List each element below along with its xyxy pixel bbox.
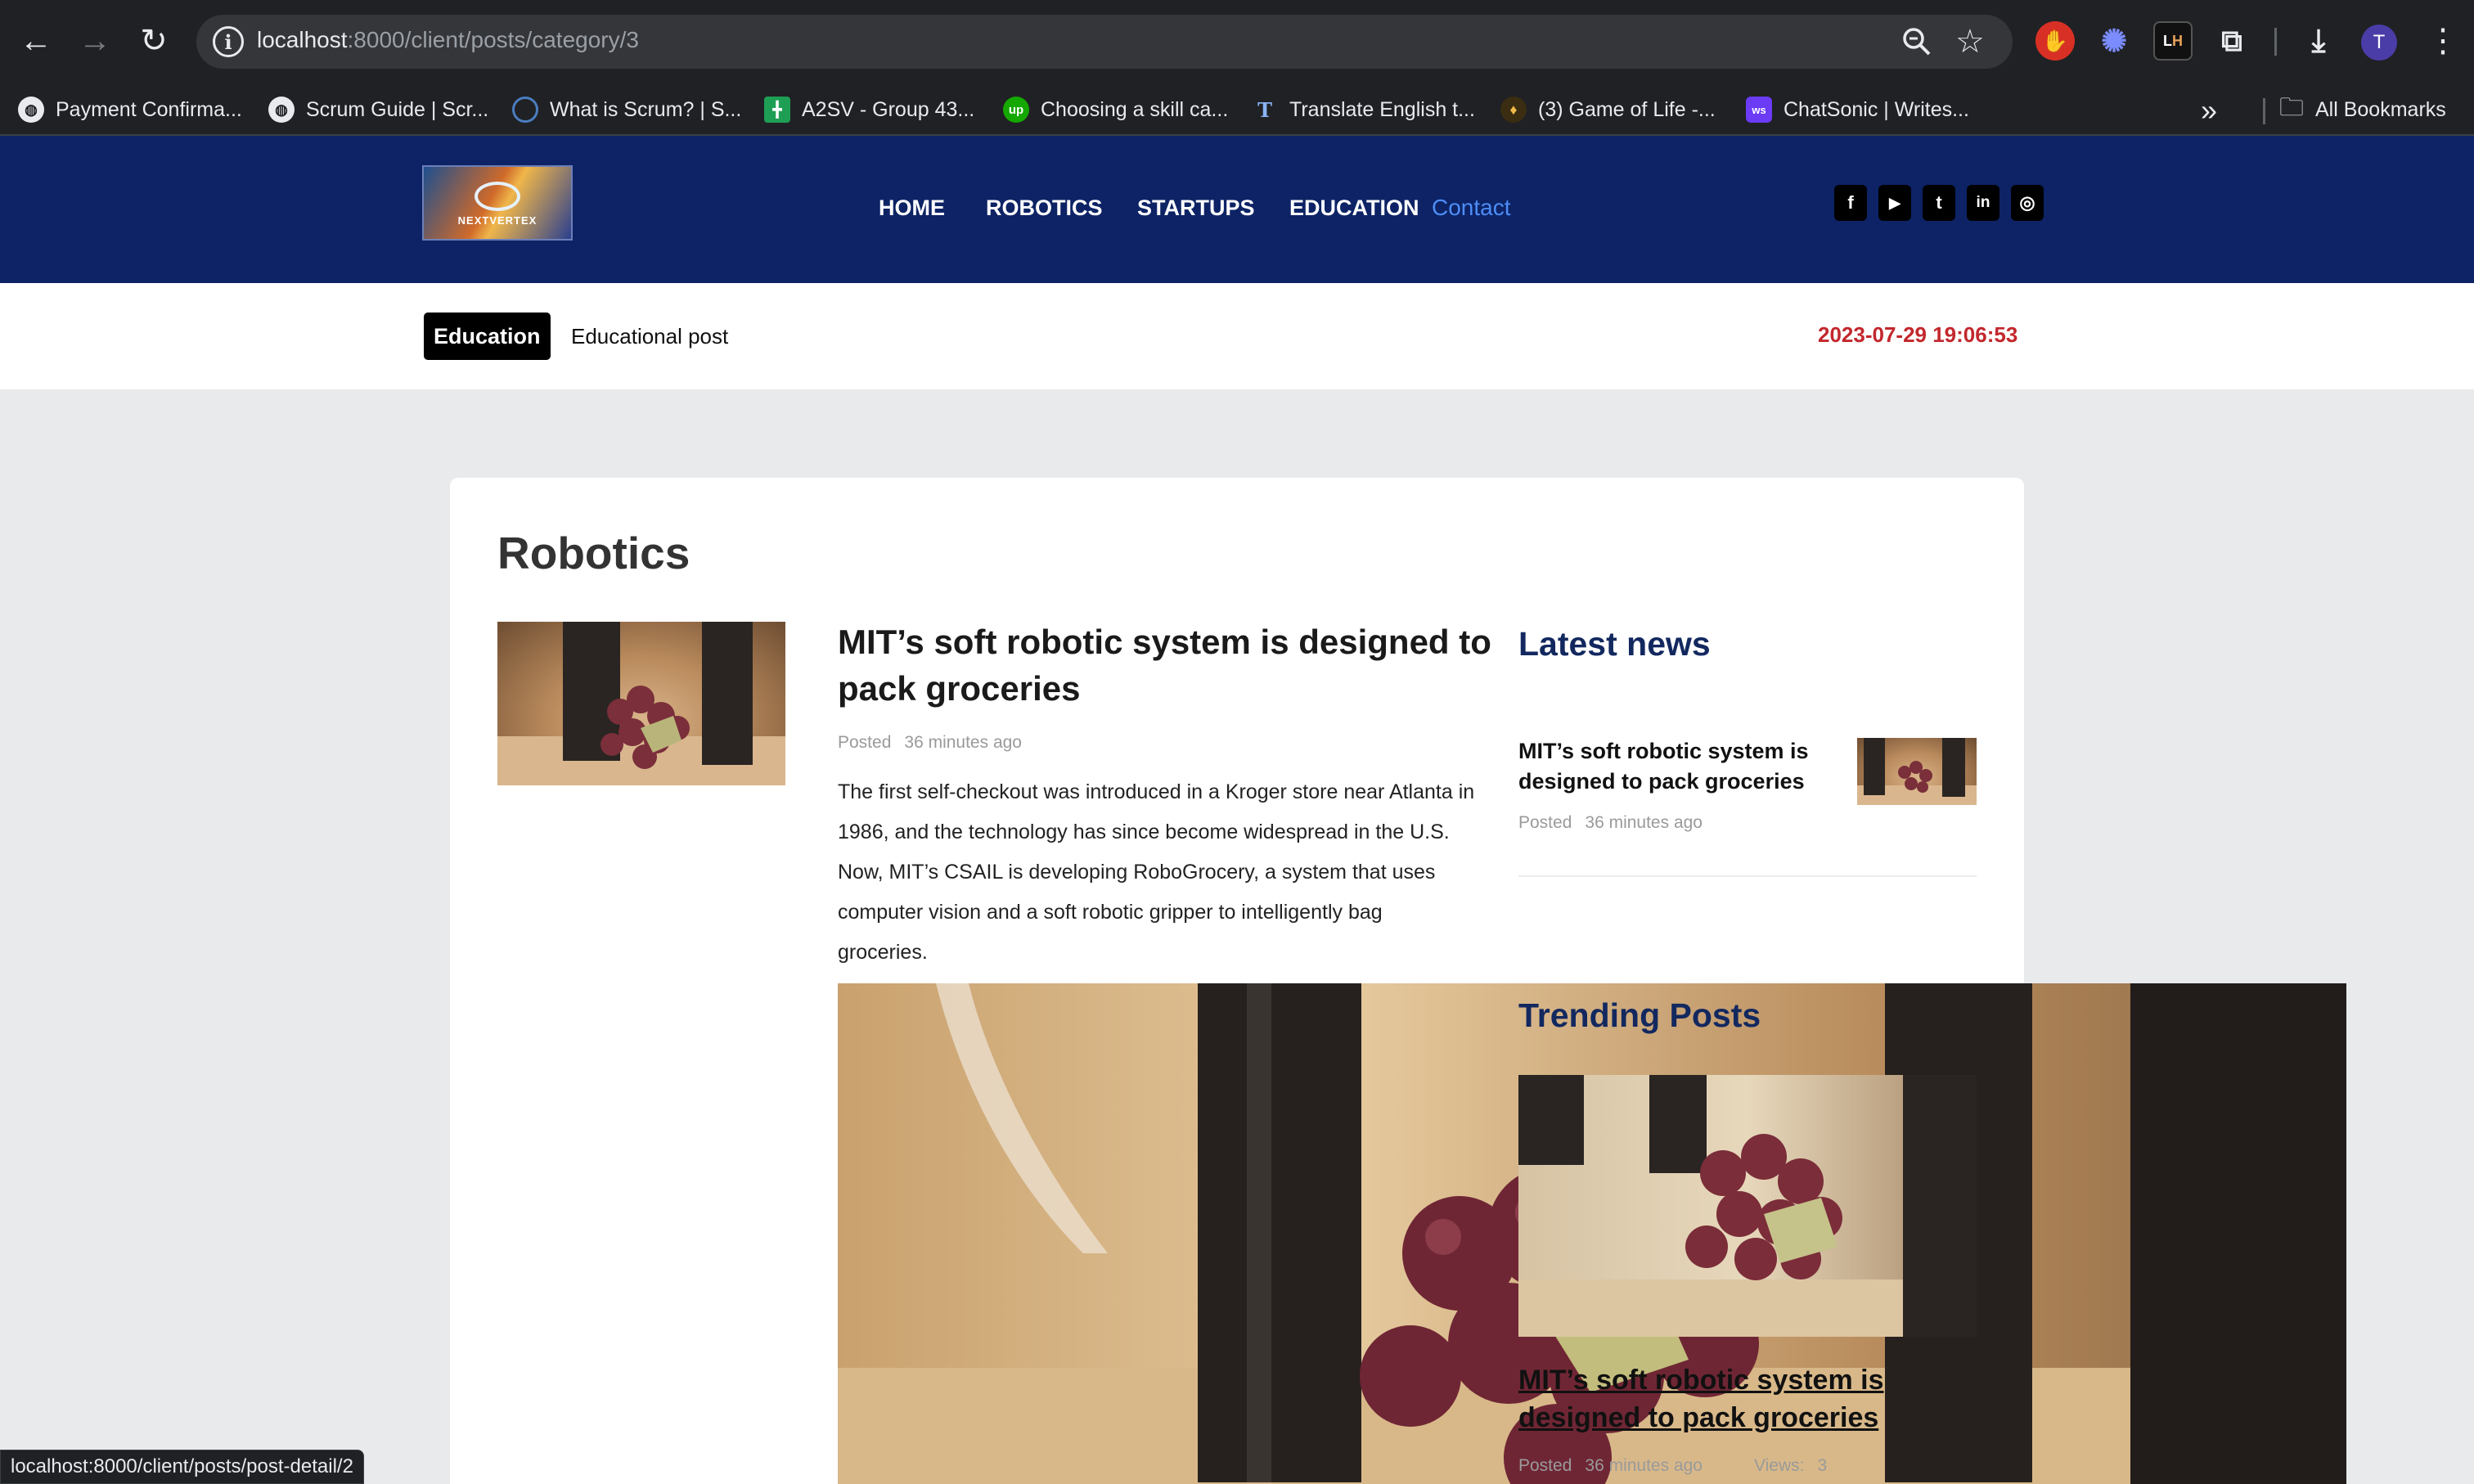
bookmarks-bar: ◍ Payment Confirma... ◍ Scrum Guide | Scr.… <box>0 83 2474 136</box>
logo-emblem <box>475 182 520 211</box>
nav-home[interactable]: HOME <box>879 190 945 226</box>
news-ticker: Education Educational post 2023-07-29 19… <box>0 283 2474 389</box>
posted-time: 36 minutes ago <box>904 733 1022 752</box>
views-label: Views: <box>1754 1456 1805 1475</box>
bookmark-item[interactable]: up Choosing a skill ca... <box>1003 95 1228 124</box>
trending-item-meta: Posted 36 minutes ago <box>1518 1456 1703 1476</box>
youtube-icon[interactable]: ▶ <box>1878 185 1911 221</box>
bookmark-item[interactable]: T Translate English t... <box>1252 95 1475 124</box>
views-count: 3 <box>1817 1456 1828 1475</box>
posted-label: Posted <box>1518 1456 1572 1475</box>
link-status-bar: localhost:8000/client/posts/post-detail/… <box>0 1450 364 1484</box>
posted-label: Posted <box>838 733 892 752</box>
lighthouse-icon[interactable]: LH <box>2153 21 2193 61</box>
chatsonic-icon: ws <box>1746 97 1772 123</box>
latest-news-heading: Latest news <box>1518 625 1711 663</box>
globe-icon: ◍ <box>18 97 44 123</box>
post-excerpt: The first self-checkout was introduced i… <box>838 780 1475 964</box>
bookmark-item[interactable]: ╋ A2SV - Group 43... <box>764 95 974 124</box>
download-icon[interactable]: ⤓ <box>2299 21 2338 61</box>
gameoflife-icon: ♦ <box>1500 97 1527 123</box>
post-meta: Posted 36 minutes ago <box>838 733 1022 753</box>
forward-arrow-icon[interactable]: → <box>70 16 119 65</box>
site-header: NEXTVERTEX HOME ROBOTICS STARTUPS EDUCAT… <box>0 136 2474 283</box>
trending-item-title[interactable]: MIT’s soft robotic system is designed to… <box>1518 1361 1895 1437</box>
scrum-icon <box>512 97 538 123</box>
bookmark-item[interactable]: ◍ Scrum Guide | Scr... <box>268 95 488 124</box>
ticker-category-badge[interactable]: Education <box>424 313 551 360</box>
site-info-icon[interactable]: i <box>213 26 244 57</box>
bookmark-item[interactable]: What is Scrum? | S... <box>512 95 741 124</box>
trending-item-image[interactable] <box>1518 1075 1977 1337</box>
globe-icon: ◍ <box>268 97 295 123</box>
all-bookmarks-button[interactable]: 🗀 All Bookmarks <box>2279 94 2446 124</box>
bookmark-item[interactable]: ws ChatSonic | Writes... <box>1746 95 1969 124</box>
menu-kebab-icon[interactable]: ⋮ <box>2427 21 2459 61</box>
bookmark-item[interactable]: ♦ (3) Game of Life -... <box>1500 95 1716 124</box>
sparkle-icon[interactable]: ✺ <box>2094 21 2134 61</box>
bookmarks-overflow-icon[interactable]: » <box>2201 93 2217 128</box>
translate-icon: T <box>1257 97 1272 122</box>
grapes-photo <box>1857 738 1977 805</box>
profile-avatar[interactable]: T <box>2361 25 2397 61</box>
nav-robotics[interactable]: ROBOTICS <box>986 190 1103 226</box>
back-arrow-icon[interactable]: ← <box>11 16 61 65</box>
sheets-icon: ╋ <box>764 97 790 123</box>
nav-startups[interactable]: STARTUPS <box>1137 190 1255 226</box>
facebook-icon[interactable]: f <box>1834 185 1867 221</box>
zoom-icon[interactable] <box>1898 23 1936 61</box>
address-bar[interactable]: i localhost:8000/client/posts/category/3… <box>196 15 2013 69</box>
site-logo[interactable]: NEXTVERTEX <box>422 165 573 241</box>
reload-icon[interactable]: ↻ <box>129 16 178 65</box>
puzzle-icon[interactable]: ⧉ <box>2212 21 2251 61</box>
post-title[interactable]: MIT’s soft robotic system is designed to… <box>838 618 1492 712</box>
grapes-photo <box>1518 1075 1977 1337</box>
browser-toolbar: ← → ↻ i localhost:8000/client/posts/cate… <box>0 0 2474 83</box>
twitter-icon[interactable]: t <box>1923 185 1955 221</box>
folder-icon: 🗀 <box>2279 93 2304 121</box>
bookmark-item[interactable]: ◍ Payment Confirma... <box>18 95 242 124</box>
toolbar-divider <box>2274 28 2277 56</box>
post-thumbnail[interactable] <box>497 622 785 785</box>
trending-views: Views: 3 <box>1754 1456 1827 1476</box>
posted-time: 36 minutes ago <box>1585 1456 1703 1475</box>
posted-label: Posted <box>1518 813 1572 832</box>
bookmarks-divider <box>2263 98 2265 124</box>
trending-posts-heading: Trending Posts <box>1518 996 1761 1034</box>
ticker-datetime: 2023-07-29 19:06:53 <box>1818 322 2018 347</box>
latest-item-thumbnail[interactable] <box>1857 738 1977 805</box>
latest-item-meta: Posted 36 minutes ago <box>1518 813 1703 833</box>
nav-education[interactable]: EDUCATION <box>1289 190 1419 226</box>
address-url[interactable]: localhost:8000/client/posts/category/3 <box>257 27 639 53</box>
logo-text: NEXTVERTEX <box>457 214 538 227</box>
page-title: Robotics <box>497 528 690 578</box>
instagram-icon[interactable]: ◎ <box>2011 185 2044 221</box>
adblock-icon[interactable]: ✋ <box>2035 21 2075 61</box>
linkedin-icon[interactable]: in <box>1967 185 1999 221</box>
posted-time: 36 minutes ago <box>1585 813 1703 832</box>
grapes-photo <box>497 622 785 785</box>
nav-contact[interactable]: Contact <box>1432 190 1511 226</box>
bookmark-star-icon[interactable]: ☆ <box>1955 21 1985 62</box>
ticker-text[interactable]: Educational post <box>571 324 728 349</box>
upwork-icon: up <box>1003 97 1029 123</box>
latest-divider <box>1518 875 1977 877</box>
latest-item-title[interactable]: MIT’s soft robotic system is designed to… <box>1518 736 1838 797</box>
